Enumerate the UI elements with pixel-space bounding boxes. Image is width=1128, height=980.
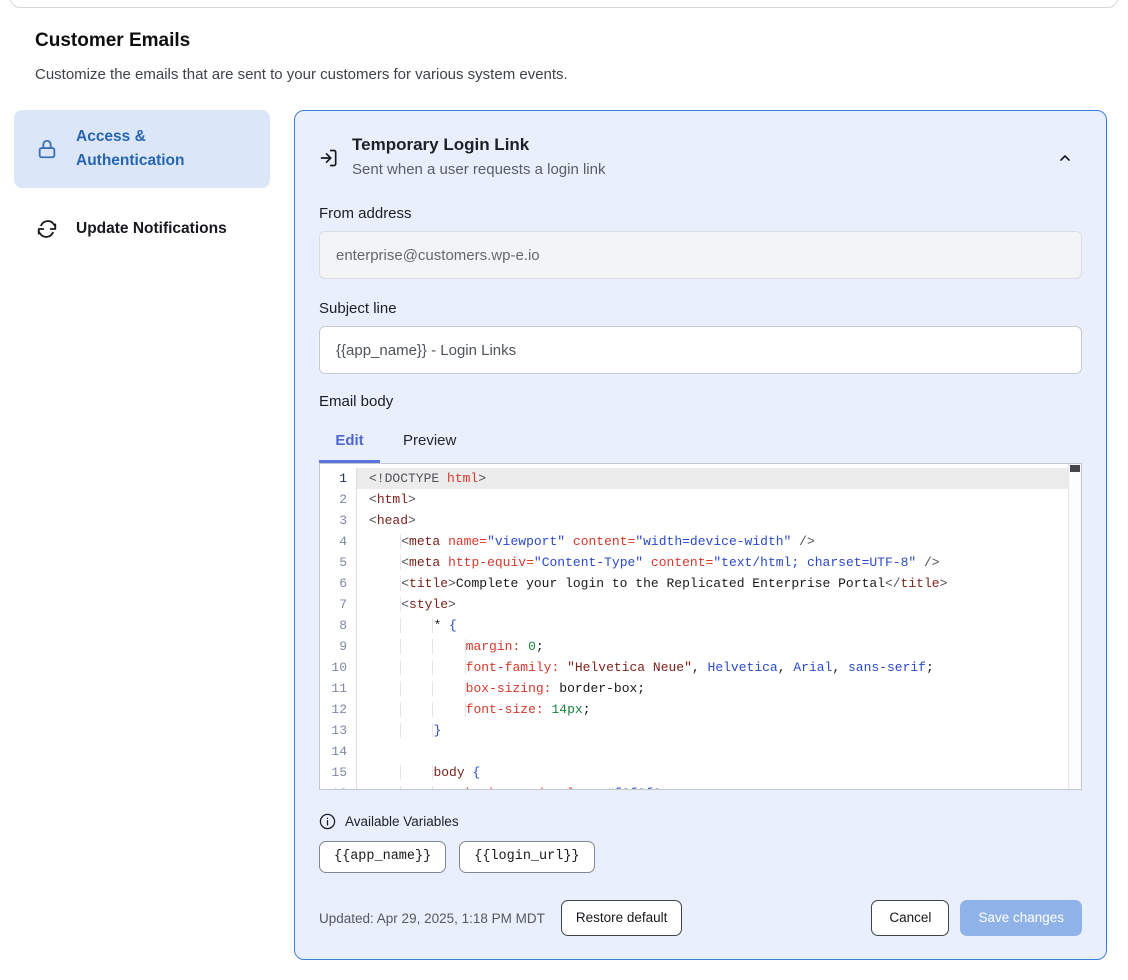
code-line: 7 <style> <box>320 594 1081 615</box>
page-subtitle: Customize the emails that are sent to yo… <box>35 66 568 83</box>
line-content: margin: 0; <box>357 636 1068 657</box>
variable-chip-login-url[interactable]: {{login_url}} <box>459 841 594 873</box>
chevron-up-icon <box>1057 150 1073 166</box>
code-line: 10 font-family: "Helvetica Neue", Helvet… <box>320 657 1081 678</box>
footer-actions: Cancel Save changes <box>871 900 1082 936</box>
code-line: 5 <meta http-equiv="Content-Type" conten… <box>320 552 1081 573</box>
code-line: 14 <box>320 741 1081 762</box>
save-changes-button[interactable]: Save changes <box>960 900 1082 936</box>
lock-icon <box>35 137 59 161</box>
line-content: <meta name="viewport" content="width=dev… <box>357 531 1068 552</box>
panel-footer: Updated: Apr 29, 2025, 1:18 PM MDT Resto… <box>319 900 1082 936</box>
line-content: <meta http-equiv="Content-Type" content=… <box>357 552 1068 573</box>
line-content: body { <box>357 762 1068 783</box>
page-title: Customer Emails <box>35 30 190 52</box>
line-number: 7 <box>320 594 357 615</box>
line-content: <title>Complete your login to the Replic… <box>357 573 1068 594</box>
code-line: 13 } <box>320 720 1081 741</box>
line-number: 5 <box>320 552 357 573</box>
panel-title: Temporary Login Link <box>352 135 605 155</box>
email-body-label: Email body <box>319 393 1082 410</box>
code-editor[interactable]: 1<!DOCTYPE html>2<html>3<head>4 <meta na… <box>319 463 1082 790</box>
line-number: 1 <box>320 468 357 489</box>
line-number: 13 <box>320 720 357 741</box>
email-body-tabs: Edit Preview <box>319 422 1082 463</box>
temporary-login-link-panel: Temporary Login Link Sent when a user re… <box>294 110 1107 960</box>
code-line: 9 margin: 0; <box>320 636 1081 657</box>
cancel-button[interactable]: Cancel <box>871 900 949 936</box>
from-address-input[interactable]: enterprise@customers.wp-e.io <box>319 231 1082 279</box>
line-number: 12 <box>320 699 357 720</box>
restore-default-button[interactable]: Restore default <box>561 900 683 936</box>
from-address-label: From address <box>319 205 1082 222</box>
sidebar-item-access-authentication[interactable]: Access & Authentication <box>14 110 270 188</box>
line-content <box>357 741 1068 762</box>
sidebar-item-update-notifications[interactable]: Update Notifications <box>14 205 270 253</box>
line-content: box-sizing: border-box; <box>357 678 1068 699</box>
code-line: 16 background-color: #f6f6f6; <box>320 783 1081 790</box>
code-line: 1<!DOCTYPE html> <box>320 468 1081 489</box>
variable-chips: {{app_name}} {{login_url}} <box>319 841 1082 873</box>
line-number: 15 <box>320 762 357 783</box>
code-line: 12 font-size: 14px; <box>320 699 1081 720</box>
subject-line-input[interactable]: {{app_name}} - Login Links <box>319 326 1082 374</box>
subject-line-label: Subject line <box>319 300 1082 317</box>
line-number: 8 <box>320 615 357 636</box>
line-content: <html> <box>357 489 1068 510</box>
previous-card-edge <box>10 0 1118 8</box>
code-line: 8 * { <box>320 615 1081 636</box>
line-number: 2 <box>320 489 357 510</box>
line-content: font-family: "Helvetica Neue", Helvetica… <box>357 657 1068 678</box>
line-content: <style> <box>357 594 1068 615</box>
line-number: 9 <box>320 636 357 657</box>
editor-scrollbar-thumb[interactable] <box>1070 465 1080 472</box>
available-variables-row: Available Variables <box>319 813 1082 830</box>
line-content: background-color: #f6f6f6; <box>357 783 1068 790</box>
line-number: 11 <box>320 678 357 699</box>
editor-scrollbar[interactable] <box>1068 464 1081 789</box>
line-content: <head> <box>357 510 1068 531</box>
code-line: 15 body { <box>320 762 1081 783</box>
variable-chip-app-name[interactable]: {{app_name}} <box>319 841 446 873</box>
sidebar-item-label: Update Notifications <box>76 217 236 241</box>
panel-header: Temporary Login Link Sent when a user re… <box>319 135 1082 178</box>
available-variables-label: Available Variables <box>345 814 459 829</box>
collapse-button[interactable] <box>1054 147 1076 169</box>
line-number: 14 <box>320 741 357 762</box>
code-line: 4 <meta name="viewport" content="width=d… <box>320 531 1081 552</box>
line-content: * { <box>357 615 1068 636</box>
line-number: 10 <box>320 657 357 678</box>
code-lines: 1<!DOCTYPE html>2<html>3<head>4 <meta na… <box>320 464 1081 790</box>
tab-preview[interactable]: Preview <box>380 422 479 463</box>
panel-subtitle: Sent when a user requests a login link <box>352 161 605 178</box>
code-line: 3<head> <box>320 510 1081 531</box>
line-number: 16 <box>320 783 357 790</box>
code-line: 6 <title>Complete your login to the Repl… <box>320 573 1081 594</box>
line-number: 3 <box>320 510 357 531</box>
line-content: font-size: 14px; <box>357 699 1068 720</box>
sidebar-item-label: Access & Authentication <box>76 125 236 173</box>
line-number: 4 <box>320 531 357 552</box>
tab-edit[interactable]: Edit <box>319 422 380 463</box>
updated-timestamp: Updated: Apr 29, 2025, 1:18 PM MDT <box>319 911 545 926</box>
refresh-icon <box>35 217 59 241</box>
code-line: 11 box-sizing: border-box; <box>320 678 1081 699</box>
sidebar: Access & Authentication Update Notificat… <box>14 110 270 253</box>
info-icon <box>319 813 336 830</box>
customer-emails-page: Customer Emails Customize the emails tha… <box>0 0 1128 980</box>
line-content: <!DOCTYPE html> <box>357 468 1068 489</box>
line-number: 6 <box>320 573 357 594</box>
log-in-icon <box>319 148 339 178</box>
code-line: 2<html> <box>320 489 1081 510</box>
line-content: } <box>357 720 1068 741</box>
